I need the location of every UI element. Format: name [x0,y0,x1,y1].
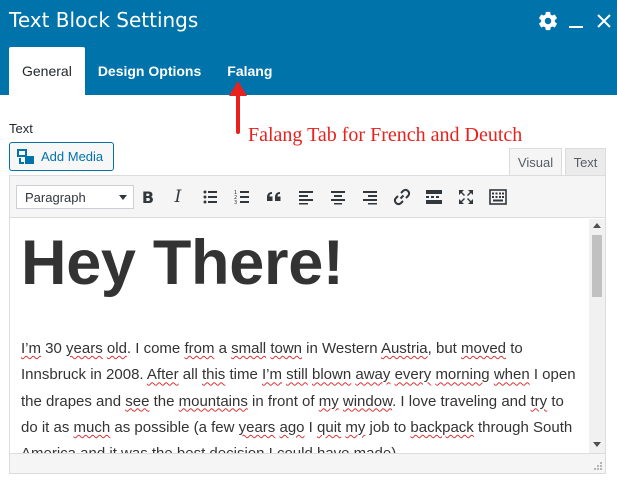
misspelled-word: from [184,340,215,357]
misspelled-word: away [355,366,391,384]
misspelled-word: this [201,366,226,384]
text-run: 30 [41,340,67,357]
misspelled-word: mountains [178,392,248,410]
scroll-down-icon[interactable] [593,442,601,447]
misspelled-word: ago [279,418,305,436]
annotation-text: Falang Tab for French and Deutch [248,124,523,146]
misspelled-word: Austria [380,340,428,357]
misspelled-word: try [530,392,548,410]
misspelled-word: quit [317,418,342,436]
align-center-icon[interactable] [326,185,350,209]
toolbar-toggle-icon[interactable] [486,185,510,209]
text-run: the [149,392,179,410]
misspelled-word: I’m [21,340,41,357]
misspelled-word: window [342,392,393,410]
text-run: time [225,366,262,384]
window-title: Text Block Settings [9,8,199,32]
text-run: , but [427,340,461,357]
italic-button[interactable]: I [166,185,190,209]
text-run: all [178,366,202,384]
text-run: . I come [126,340,185,357]
scroll-up-icon[interactable] [593,223,601,228]
header-controls [533,6,617,36]
resize-handle-icon[interactable] [593,461,603,471]
editor-content[interactable]: Hey There! I’m 30 years old. I come from… [10,219,588,453]
minimize-icon[interactable] [563,8,589,34]
format-select-value: Paragraph [25,189,86,205]
gear-icon[interactable] [535,8,561,34]
misspelled-word: my [318,392,339,410]
misspelled-word: every [394,366,432,384]
blockquote-icon[interactable] [262,185,286,209]
misspelled-word: blown [312,366,352,384]
text-run: a [214,340,232,357]
misspelled-word: when [493,366,530,384]
misspelled-word: backpack [410,418,474,436]
editor-statusbar [10,453,605,473]
editor-scrollbar[interactable] [589,219,605,453]
annotation-arrow [229,81,247,134]
misspelled-word: years [238,418,276,436]
add-media-button[interactable]: Add Media [9,142,114,171]
misspelled-word: morning [435,366,490,384]
numbered-list-icon[interactable]: 123 [230,185,254,209]
misspelled-word: still [286,366,308,384]
tab-text[interactable]: Text [565,148,606,175]
link-icon[interactable] [390,185,414,209]
misspelled-word: much [73,418,111,436]
align-right-icon[interactable] [358,185,382,209]
text-run: as possible (a few [110,418,239,436]
misspelled-word: After [146,366,179,384]
editor-toolbar: Paragraph B I 123 [10,176,605,218]
text-field-label: Text [9,121,33,136]
bullet-list-icon[interactable] [198,185,222,209]
misspelled-word: old [106,340,127,357]
text-run: . I love traveling and [392,392,531,410]
content-paragraph: I’m 30 years old. I come from a small to… [21,336,581,453]
close-icon[interactable] [591,8,617,34]
align-left-icon[interactable] [294,185,318,209]
misspelled-word: my [345,418,366,436]
text-run: in front of [247,392,319,410]
svg-text:3: 3 [234,200,237,205]
format-select[interactable]: Paragraph [16,185,134,209]
text-run: in Western [302,340,381,357]
chevron-down-icon [119,195,127,200]
misspelled-word: see [125,392,150,410]
content-heading: Hey There! [21,228,344,298]
tab-design-options[interactable]: Design Options [85,47,214,95]
add-media-label: Add Media [41,149,104,164]
misspelled-word: small [231,340,267,357]
misspelled-word: years [66,340,103,357]
rich-text-editor: Paragraph B I 123 Hey There! I’m 30 year… [9,175,606,474]
bold-button[interactable]: B [136,185,160,209]
text-run: job to [365,418,411,436]
media-icon [17,148,34,164]
misspelled-word: moved [461,340,507,357]
fullscreen-icon[interactable] [454,185,478,209]
misspelled-word: town [270,340,303,357]
read-more-icon[interactable] [422,185,446,209]
text-run: I [304,418,318,436]
modal-header: Text Block Settings General Design Optio… [0,0,617,95]
scroll-thumb[interactable] [592,235,602,297]
misspelled-word: I’m [261,366,282,384]
tab-visual[interactable]: Visual [509,148,562,175]
tab-general[interactable]: General [9,47,85,95]
